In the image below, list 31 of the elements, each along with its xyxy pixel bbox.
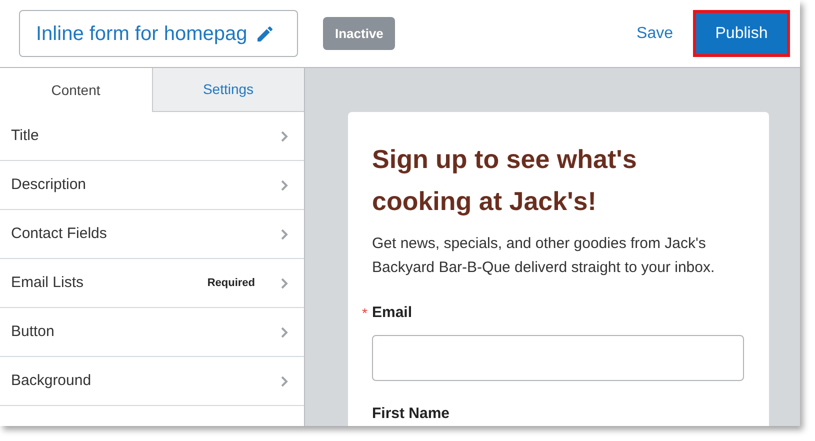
- required-label: Required: [207, 276, 255, 291]
- section-row[interactable]: Button: [0, 308, 304, 357]
- email-input[interactable]: [372, 334, 744, 380]
- chevron-right-icon: [281, 326, 288, 338]
- save-button[interactable]: Save: [636, 22, 673, 46]
- section-label: Description: [11, 174, 86, 195]
- section-row[interactable]: Background: [0, 357, 304, 406]
- required-asterisk: *: [362, 304, 368, 323]
- field-label: Email: [372, 303, 414, 323]
- section-row[interactable]: Description: [0, 161, 304, 210]
- form-name-field[interactable]: Inline form for homepag: [19, 10, 298, 57]
- section-row[interactable]: Title: [0, 112, 304, 161]
- section-label: Background: [11, 370, 92, 391]
- form-heading: Sign up to see what's cooking at Jack's!: [372, 143, 638, 218]
- chevron-right-icon: [281, 376, 288, 386]
- section-row[interactable]: Email Lists Required: [0, 259, 304, 308]
- chevron-right-icon: [281, 278, 288, 288]
- section-label: Contact Fields: [11, 224, 107, 244]
- section-label: Title: [11, 126, 39, 146]
- pencil-icon[interactable]: [255, 24, 276, 44]
- chevron-right-icon: [281, 130, 288, 142]
- status-badge: Inactive: [323, 16, 396, 50]
- section-label: Email Lists: [11, 272, 84, 293]
- publish-button[interactable]: Publish: [693, 10, 790, 57]
- tab[interactable]: Settings: [152, 68, 304, 112]
- section-label: Button: [11, 322, 54, 342]
- form-description: Get news, specials, and other goodies from Jack's Backyard Bar-B-Que deliverd straight to your inbox.: [372, 234, 716, 278]
- section-row[interactable]: Contact Fields: [0, 210, 304, 259]
- chevron-right-icon: [281, 228, 288, 240]
- field-label: First Name: [372, 404, 451, 424]
- chevron-right-icon: [281, 180, 288, 190]
